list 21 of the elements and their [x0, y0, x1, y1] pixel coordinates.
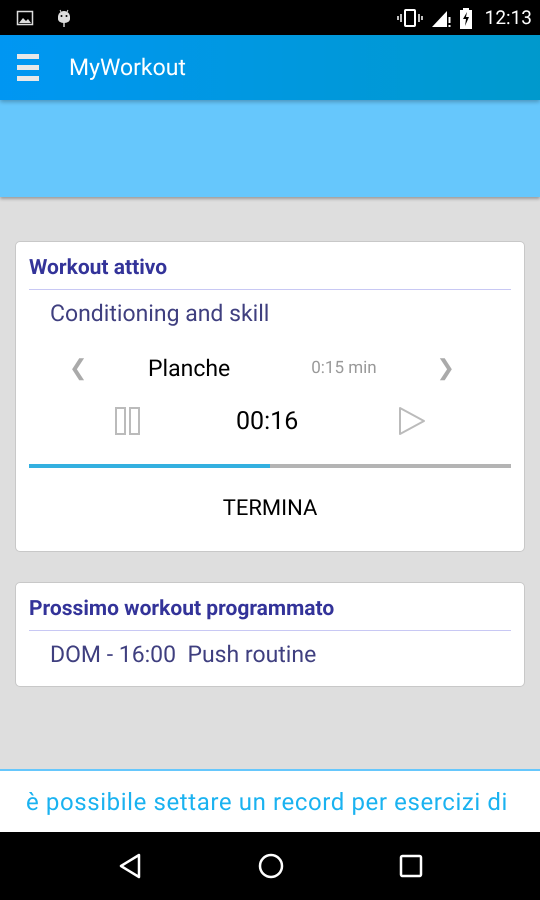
exercise-duration: 0:15 min [311, 358, 377, 378]
previous-button[interactable]: ❮ [69, 355, 87, 381]
end-button[interactable]: TERMINA [29, 468, 511, 551]
android-icon [56, 8, 72, 28]
back-icon[interactable] [117, 852, 143, 880]
menu-icon[interactable] [17, 52, 41, 84]
vibrate-icon [396, 8, 423, 28]
exercise-name: Planche [148, 354, 230, 382]
ticker-text: è possibile settare un record per esercizi di [26, 788, 508, 816]
app-title: MyWorkout [69, 54, 186, 81]
home-icon[interactable] [257, 852, 285, 880]
card-title: Prossimo workout programmato [29, 597, 511, 631]
timer: 00:16 [236, 406, 298, 436]
battery-icon [458, 6, 473, 28]
workout-name: Conditioning and skill [49, 299, 270, 327]
clock: 12:13 [484, 6, 532, 29]
image-icon [16, 8, 34, 26]
scheduled-workout: DOM - 16:00 Push routine [49, 640, 318, 668]
card-title: Workout attivo [29, 256, 511, 290]
next-button[interactable]: ❯ [436, 355, 455, 381]
recents-icon[interactable] [399, 854, 423, 878]
